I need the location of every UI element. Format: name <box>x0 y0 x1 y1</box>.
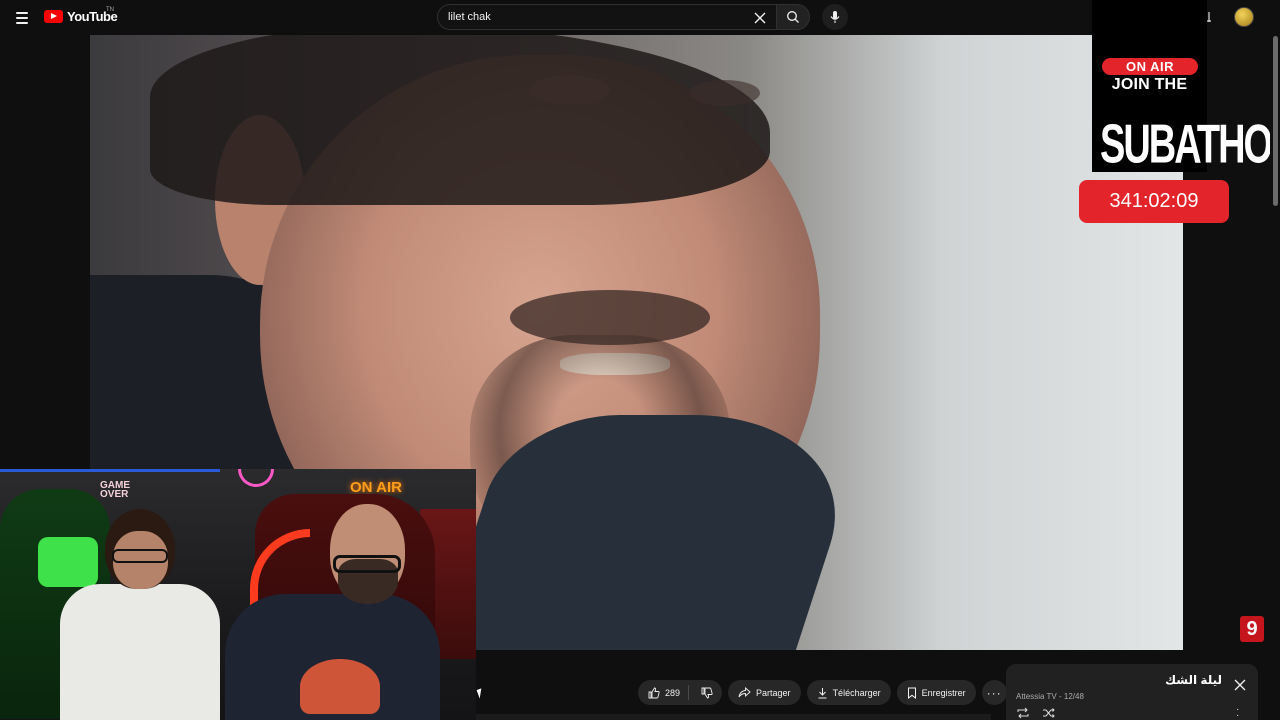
webcam-overlay: GAME OVER ON AIR <box>0 469 476 720</box>
search-icon <box>787 11 799 23</box>
dislike-button[interactable] <box>694 687 722 699</box>
download-button[interactable]: Télécharger <box>806 680 891 705</box>
game-over-sign: GAME OVER <box>100 481 130 500</box>
thumbs-down-icon <box>701 687 713 698</box>
voice-search-button[interactable] <box>822 4 848 30</box>
save-button[interactable]: Enregistrer <box>896 680 976 705</box>
save-label: Enregistrer <box>921 687 966 698</box>
playlist-panel: ليلة الشك Attessia TV - 12/48 ··· <box>1006 664 1258 720</box>
video-frame-shape <box>530 75 610 105</box>
close-icon[interactable] <box>1233 678 1247 692</box>
like-dislike-group: 289 <box>638 680 723 705</box>
game-over-sign-line: OVER <box>100 489 129 500</box>
led-strip <box>0 469 220 472</box>
shuffle-icon[interactable] <box>1042 707 1056 719</box>
loop-icon[interactable] <box>1016 707 1030 719</box>
top-bar: YouTube TN <box>0 0 1280 35</box>
streamer-1 <box>60 584 220 720</box>
thumbs-up-icon <box>648 687 660 698</box>
video-frame-shape <box>150 35 770 205</box>
clear-search-icon[interactable] <box>752 10 768 26</box>
download-icon <box>818 687 827 698</box>
glasses <box>333 555 401 573</box>
subathon-overlay: ON AIR JOIN THE SUBATHON <box>1092 0 1280 176</box>
more-actions-icon[interactable]: ··· <box>981 680 1007 705</box>
shirt-print <box>300 659 380 714</box>
page-scrollbar[interactable] <box>1270 0 1280 720</box>
like-count: 289 <box>665 687 681 698</box>
video-frame-shape <box>690 80 760 106</box>
playlist-meta[interactable]: Attessia TV - 12/48 <box>1016 692 1084 701</box>
search-button[interactable] <box>776 4 810 30</box>
like-button[interactable]: 289 <box>638 685 690 700</box>
glasses <box>112 549 168 563</box>
youtube-play-icon <box>44 10 63 23</box>
neon-heart-icon <box>238 469 274 487</box>
scrollbar-thumb[interactable] <box>1273 36 1278 206</box>
on-air-badge: ON AIR <box>1102 58 1198 75</box>
video-actions: 289 Partager Télécharger Enregistrer ··· <box>638 680 1007 705</box>
search-box <box>437 4 776 30</box>
page-strip <box>476 714 991 720</box>
join-text: JOIN THE <box>1111 76 1188 93</box>
search-input[interactable] <box>438 11 718 23</box>
mouse-cursor-icon <box>476 688 485 699</box>
download-label: Télécharger <box>832 687 881 698</box>
playlist-title[interactable]: ليلة الشك <box>1165 673 1222 687</box>
bookmark-icon <box>907 687 916 699</box>
share-icon <box>738 687 751 698</box>
account-avatar[interactable] <box>1234 7 1254 27</box>
microphone-icon <box>830 11 840 23</box>
menu-icon[interactable] <box>10 6 34 30</box>
playlist-more-icon[interactable]: ··· <box>1236 705 1239 720</box>
share-button[interactable]: Partager <box>728 680 801 705</box>
channel-watermark-badge: 9 <box>1240 616 1264 642</box>
share-label: Partager <box>756 687 791 698</box>
logo-country-code: TN <box>106 7 114 13</box>
subathon-timer: 341:02:09 <box>1079 180 1229 223</box>
gaming-chair-accent <box>38 537 98 587</box>
